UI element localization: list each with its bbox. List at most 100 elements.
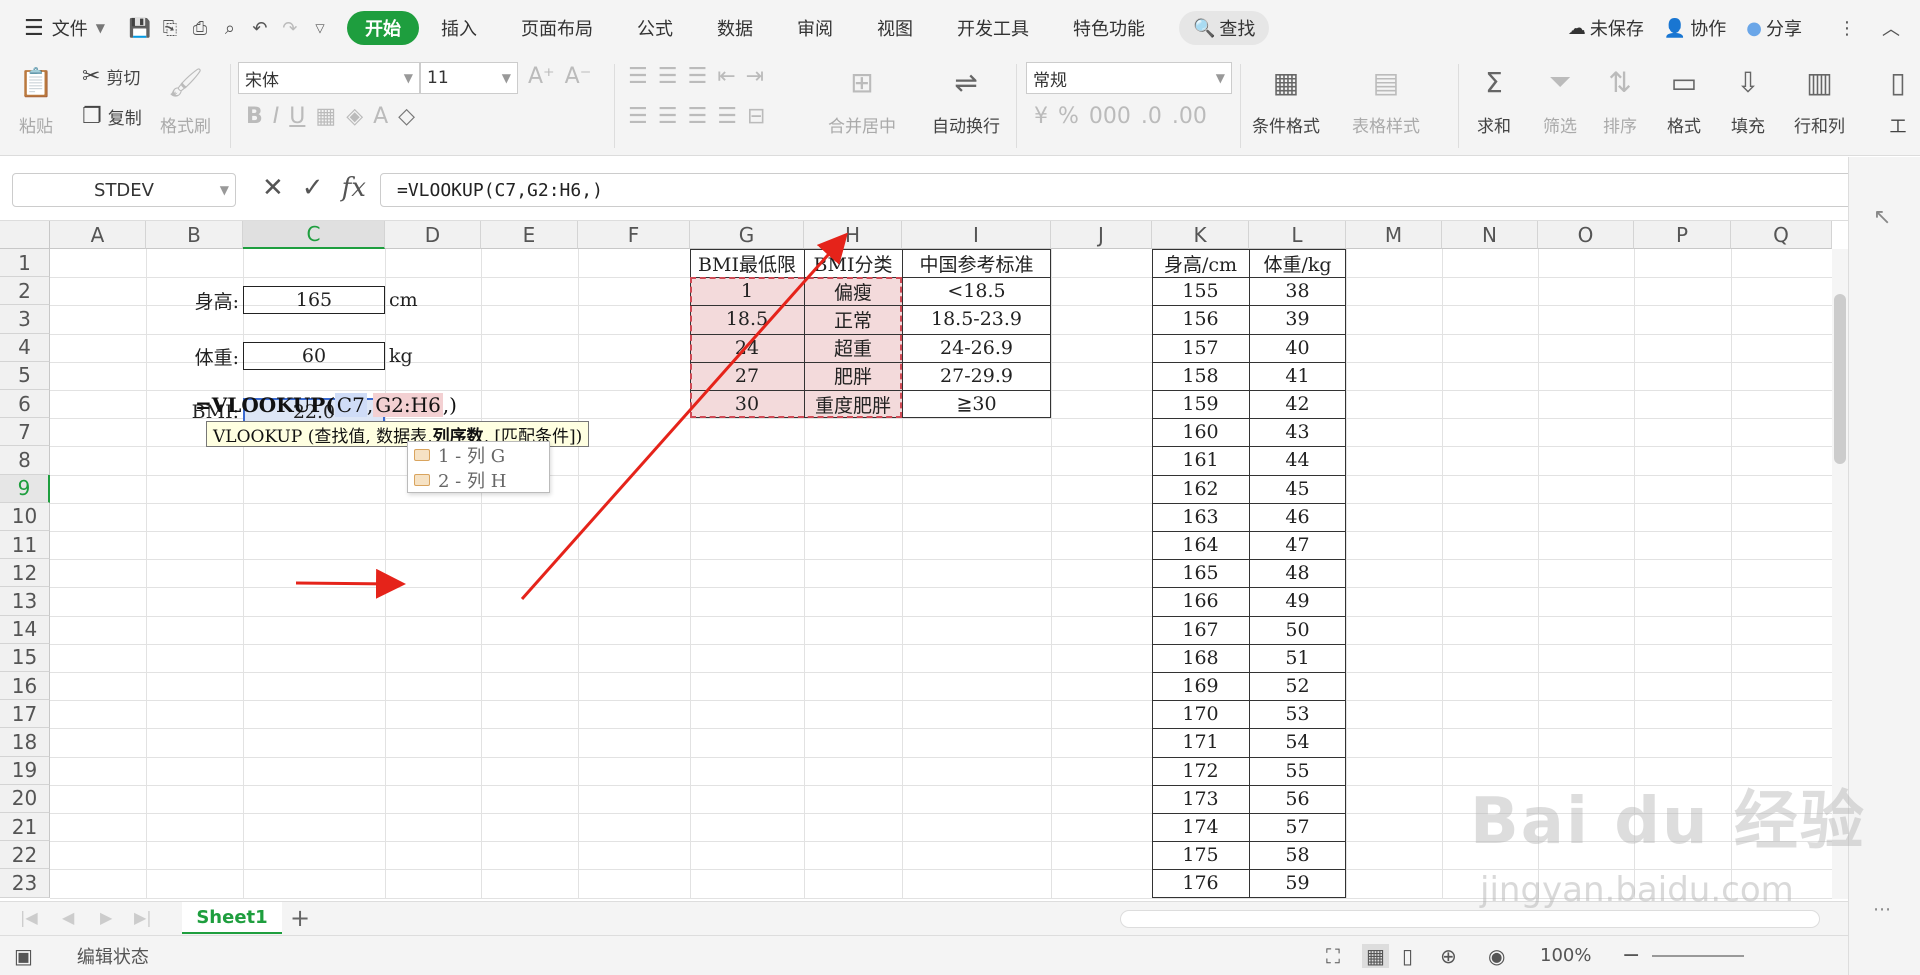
hw-cell[interactable]: 56 (1249, 785, 1346, 813)
hw-cell[interactable]: 166 (1152, 587, 1249, 615)
next-sheet-icon[interactable]: ▶ (100, 908, 112, 927)
hw-cell[interactable]: 157 (1152, 334, 1249, 362)
increase-font-icon[interactable]: A⁺ (528, 64, 555, 89)
column-header-l[interactable]: L (1249, 221, 1346, 249)
hw-cell[interactable]: 163 (1152, 503, 1249, 531)
currency-icon[interactable]: ¥ (1034, 104, 1048, 129)
align-left-icon[interactable]: ☰ (628, 104, 648, 129)
weight-value-cell[interactable]: 60 (243, 342, 385, 370)
hw-cell[interactable]: 173 (1152, 785, 1249, 813)
table-style-button[interactable]: ▤ 表格样式 (1352, 62, 1420, 138)
hw-cell[interactable]: 48 (1249, 559, 1346, 587)
decrease-font-icon[interactable]: A⁻ (565, 64, 592, 89)
tab-0[interactable]: 开始 (346, 11, 419, 45)
bmi-cell[interactable]: 24-26.9 (902, 334, 1051, 362)
height-value-cell[interactable]: 165 (243, 286, 385, 314)
more-options-icon[interactable]: ⋯ (1873, 899, 1891, 920)
weight-label[interactable]: 体重: (146, 342, 243, 370)
hw-cell[interactable]: 175 (1152, 841, 1249, 869)
hw-cell[interactable]: 54 (1249, 728, 1346, 756)
bmi-cell[interactable]: <18.5 (902, 277, 1051, 305)
bmi-cell[interactable]: 24 (690, 333, 804, 362)
hw-cell[interactable]: 158 (1152, 362, 1249, 390)
fill-button[interactable]: ⇩ 填充 (1728, 62, 1768, 138)
filter-button[interactable]: ⏷ 筛选 (1540, 62, 1580, 137)
format-button[interactable]: ▭ 格式 (1664, 62, 1704, 138)
hw-cell[interactable]: 160 (1152, 418, 1249, 446)
hw-cell[interactable]: 58 (1249, 841, 1346, 869)
zoom-slider[interactable] (1652, 955, 1744, 957)
row-header-2[interactable]: 2 (0, 277, 50, 306)
hw-cell[interactable]: 46 (1249, 503, 1346, 531)
column-header-c[interactable]: C (243, 221, 385, 249)
row-header-20[interactable]: 20 (0, 784, 50, 813)
print-icon[interactable]: ⎙ (185, 13, 215, 43)
bmi-cell[interactable]: 正常 (804, 305, 902, 334)
column-header-o[interactable]: O (1538, 221, 1634, 249)
row-col-button[interactable]: ▥ 行和列 (1794, 62, 1845, 138)
bmi-header-2[interactable]: 中国参考标准 (902, 249, 1051, 277)
height-unit[interactable]: cm (385, 286, 481, 314)
weight-unit[interactable]: kg (385, 342, 481, 370)
bmi-cell[interactable]: 偏瘦 (804, 277, 902, 306)
hw-cell[interactable]: 170 (1152, 700, 1249, 728)
row-header-11[interactable]: 11 (0, 531, 50, 560)
row-header-13[interactable]: 13 (0, 587, 50, 616)
bmi-header-1[interactable]: BMI分类 (804, 249, 902, 277)
column-header-g[interactable]: G (690, 221, 804, 249)
copy-button[interactable]: ❐ 复制 (82, 104, 142, 129)
row-header-16[interactable]: 16 (0, 672, 50, 701)
column-header-e[interactable]: E (481, 221, 578, 249)
hw-cell[interactable]: 156 (1152, 305, 1249, 333)
cell-edit-formula[interactable]: =VLOOKUP(C7, G2:H6,) (195, 393, 457, 417)
print-preview-icon[interactable]: ⌕ (215, 13, 245, 43)
bmi-cell[interactable]: 30 (690, 390, 804, 419)
format-painter-button[interactable]: 🖌 格式刷 (160, 62, 211, 138)
hw-cell[interactable]: 53 (1249, 700, 1346, 728)
column-header-m[interactable]: M (1346, 221, 1442, 249)
zoom-level[interactable]: 100% (1540, 945, 1591, 966)
undo-icon[interactable]: ↶ (245, 13, 275, 43)
hw-cell[interactable]: 169 (1152, 672, 1249, 700)
sum-button[interactable]: Σ 求和 (1474, 62, 1514, 138)
row-header-1[interactable]: 1 (0, 249, 50, 278)
hw-cell[interactable]: 168 (1152, 644, 1249, 672)
column-header-j[interactable]: J (1051, 221, 1152, 249)
paste-button[interactable]: 📋 粘贴 (16, 62, 56, 138)
row-header-19[interactable]: 19 (0, 756, 50, 785)
hw-cell[interactable]: 47 (1249, 531, 1346, 559)
column-header-i[interactable]: I (902, 221, 1051, 249)
formula-input[interactable]: =VLOOKUP(C7,G2:H6,) (380, 173, 1852, 207)
bold-icon[interactable]: B (246, 104, 263, 129)
column-header-d[interactable]: D (385, 221, 481, 249)
conditional-format-button[interactable]: ▦ 条件格式 (1252, 62, 1320, 138)
tab-3[interactable]: 公式 (615, 10, 695, 46)
last-sheet-icon[interactable]: ▶| (134, 908, 152, 927)
row-header-4[interactable]: 4 (0, 333, 50, 362)
bmi-cell[interactable]: 1 (690, 277, 804, 306)
page-layout-icon[interactable]: ▯ (1402, 944, 1413, 968)
column-header-p[interactable]: P (1634, 221, 1731, 249)
hw-cell[interactable]: 41 (1249, 362, 1346, 390)
tab-6[interactable]: 视图 (855, 10, 935, 46)
row-header-23[interactable]: 23 (0, 869, 50, 898)
font-name-select[interactable]: 宋体 ▼ (238, 62, 420, 94)
bmi-cell[interactable]: 27-29.9 (902, 362, 1051, 390)
row-header-6[interactable]: 6 (0, 390, 50, 419)
row-header-10[interactable]: 10 (0, 502, 50, 531)
add-sheet-icon[interactable]: + (290, 904, 310, 932)
name-box[interactable]: STDEV ▼ (12, 173, 236, 207)
row-header-5[interactable]: 5 (0, 361, 50, 390)
row-header-21[interactable]: 21 (0, 813, 50, 842)
tab-2[interactable]: 页面布局 (499, 10, 615, 46)
underline-icon[interactable]: U (289, 104, 305, 129)
number-format-select[interactable]: 常规 ▼ (1026, 62, 1232, 94)
row-header-18[interactable]: 18 (0, 728, 50, 757)
share-button[interactable]: ● 分享 (1736, 10, 1812, 46)
row-header-22[interactable]: 22 (0, 841, 50, 870)
bmi-cell[interactable]: 18.5 (690, 305, 804, 334)
page-break-icon[interactable]: ⊕ (1440, 944, 1457, 968)
column-header-h[interactable]: H (804, 221, 902, 249)
column-header-n[interactable]: N (1442, 221, 1538, 249)
hw-cell[interactable]: 174 (1152, 813, 1249, 841)
